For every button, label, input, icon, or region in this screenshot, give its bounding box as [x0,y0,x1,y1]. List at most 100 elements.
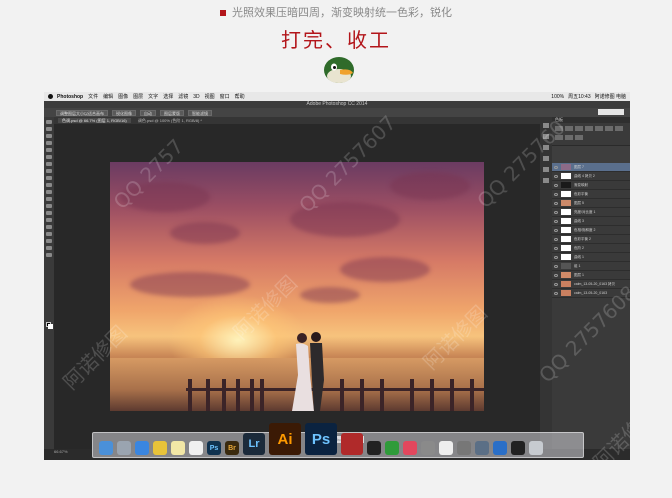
layer-row[interactable]: calm_13-05-20_0163 [552,289,630,298]
quick-select-tool-icon[interactable] [46,141,52,145]
photo-booth-icon[interactable] [341,433,363,455]
adjustment-icon[interactable] [575,135,583,140]
info-panel-icon[interactable] [543,178,549,183]
finder-icon[interactable] [99,441,113,455]
numbers-icon[interactable] [385,441,399,455]
adjustment-icon[interactable] [555,126,563,131]
healing-tool-icon[interactable] [46,162,52,166]
menu-item[interactable]: 窗口 [220,93,230,100]
layer-row[interactable]: 曲线 1 [552,253,630,262]
option-chip[interactable]: 调整图层大小以适合画布 [56,109,108,116]
photoshop-icon[interactable]: Ps [305,423,337,455]
eye-icon[interactable] [554,192,558,196]
shape-tool-icon[interactable] [46,239,52,243]
eye-icon[interactable] [554,273,558,277]
history-brush-tool-icon[interactable] [46,183,52,187]
option-chip[interactable]: 智能滤镜 [188,109,212,116]
adjustment-icon[interactable] [595,126,603,131]
eye-icon[interactable] [554,165,558,169]
system-prefs-icon[interactable] [457,441,471,455]
background-color-swatch[interactable] [48,324,53,329]
launchpad-icon[interactable] [117,441,131,455]
type-tool-icon[interactable] [46,225,52,229]
blur-tool-icon[interactable] [46,204,52,208]
menu-item[interactable]: 文件 [88,93,98,100]
adjustment-icon[interactable] [575,126,583,131]
trash-icon[interactable] [529,441,543,455]
eye-icon[interactable] [554,237,558,241]
adjustment-icon[interactable] [605,126,613,131]
adjustment-icon[interactable] [565,135,573,140]
menu-item[interactable]: 选择 [163,93,173,100]
eye-icon[interactable] [554,174,558,178]
menu-item[interactable]: 滤镜 [178,93,188,100]
adjustment-icon[interactable] [585,126,593,131]
camera-icon[interactable] [367,441,381,455]
eye-icon[interactable] [554,228,558,232]
option-chip[interactable]: 图层蒙版 [160,109,184,116]
menu-app-name[interactable]: Photoshop [57,94,83,100]
properties-panel-icon[interactable] [543,134,549,139]
layer-row[interactable]: 图层 1 [552,271,630,280]
marquee-tool-icon[interactable] [46,127,52,131]
app-store-icon[interactable] [493,441,507,455]
menu-item[interactable]: 图层 [133,93,143,100]
menu-item[interactable]: 图像 [118,93,128,100]
illustrator-icon[interactable]: Ai [269,423,301,455]
clock-label[interactable]: 周五10:43 [568,93,591,100]
crop-tool-icon[interactable] [46,148,52,152]
safari-icon[interactable] [135,441,149,455]
option-chip[interactable]: 锐化图像 [112,109,136,116]
menu-item[interactable]: 编辑 [103,93,113,100]
layer-row[interactable]: 曲线 3 [552,217,630,226]
brush-panel-icon[interactable] [543,167,549,172]
qq-icon[interactable] [511,441,525,455]
character-panel-icon[interactable] [543,145,549,150]
workspace-select[interactable] [598,109,624,115]
zoom-tool-icon[interactable] [46,253,52,257]
layer-row[interactable]: 图层 5 [552,199,630,208]
adjustment-icon[interactable] [555,135,563,140]
eye-icon[interactable] [554,183,558,187]
apple-icon[interactable] [48,94,53,99]
move-tool-icon[interactable] [46,120,52,124]
battery-label[interactable]: 100% [551,94,564,100]
eraser-tool-icon[interactable] [46,190,52,194]
doc-tab[interactable]: 调色.psd @ 100% (色阶 1, RGB/8) * [138,118,202,123]
layer-row[interactable]: calm_13-05-20_0163 拷贝 [552,280,630,289]
layer-row[interactable]: 图层 7 [552,163,630,172]
pen-tool-icon[interactable] [46,218,52,222]
path-select-tool-icon[interactable] [46,232,52,236]
history-panel-icon[interactable] [543,123,549,128]
user-label[interactable]: 阿诺修图 电脑 [595,93,626,100]
adjustment-icon[interactable] [565,126,573,131]
monitor-icon[interactable] [475,441,489,455]
eye-icon[interactable] [554,282,558,286]
hand-tool-icon[interactable] [46,246,52,250]
ps-small-icon[interactable]: Ps [207,441,221,455]
brush-tool-icon[interactable] [46,169,52,173]
dodge-tool-icon[interactable] [46,211,52,215]
layer-row[interactable]: 曲线 4 拷贝 2 [552,172,630,181]
menu-item[interactable]: 文字 [148,93,158,100]
layer-row[interactable]: 亮度/对比度 1 [552,208,630,217]
adjustment-icon[interactable] [615,126,623,131]
itunes-icon[interactable] [403,441,417,455]
textedit-icon[interactable] [439,441,453,455]
gradient-tool-icon[interactable] [46,197,52,201]
chrome-icon[interactable] [153,441,167,455]
eye-icon[interactable] [554,291,558,295]
layer-row[interactable]: 组 1 [552,262,630,271]
lasso-tool-icon[interactable] [46,134,52,138]
layer-row[interactable]: 色彩平衡 [552,190,630,199]
stamp-tool-icon[interactable] [46,176,52,180]
eye-icon[interactable] [554,255,558,259]
layer-row[interactable]: 色彩平衡 2 [552,235,630,244]
notes-icon[interactable] [171,441,185,455]
menu-item[interactable]: 视图 [205,93,215,100]
preview-icon[interactable] [421,441,435,455]
layers-panel-header[interactable] [552,145,630,163]
paragraph-panel-icon[interactable] [543,156,549,161]
layer-row[interactable]: 色阶 2 [552,244,630,253]
layer-row[interactable]: 渐变映射 [552,181,630,190]
